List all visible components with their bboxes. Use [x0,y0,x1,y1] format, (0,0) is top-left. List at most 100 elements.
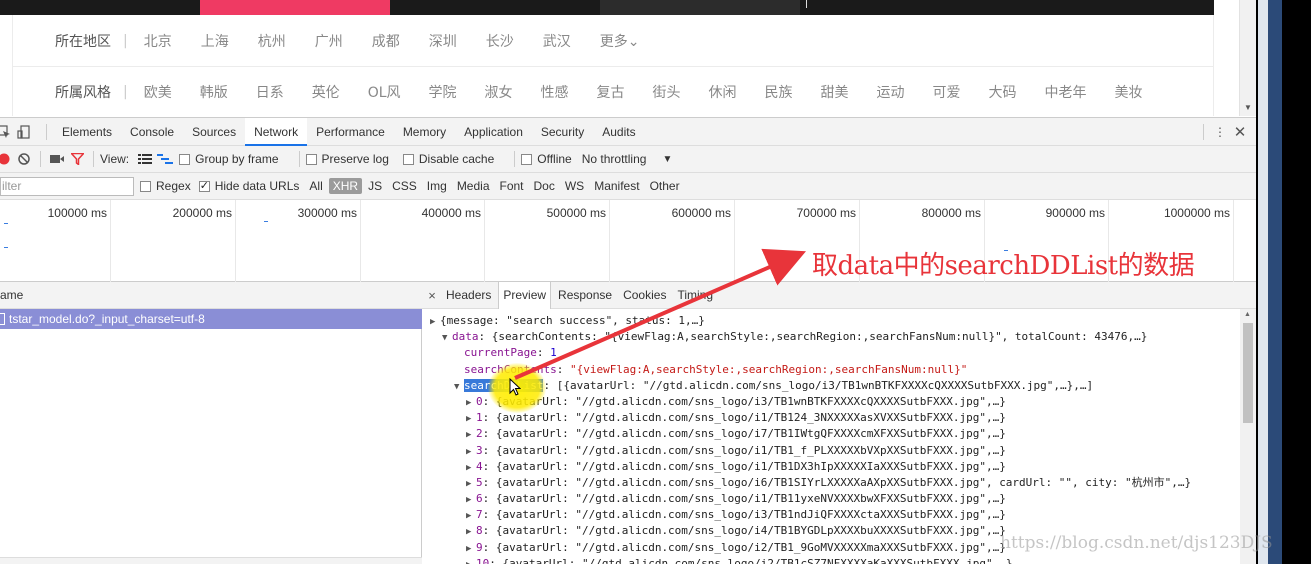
expand-triangle-icon[interactable]: ▶ [466,444,476,460]
device-toolbar-icon[interactable] [14,122,34,142]
tab-headers[interactable]: Headers [442,282,495,309]
style-option-5[interactable]: 学院 [429,85,457,101]
json-tree-line[interactable]: ▶ 6: {avatarUrl: "//gtd.alicdn.com/sns_lo… [422,491,1240,507]
style-option-3[interactable]: 英伦 [312,85,340,101]
type-filter-ws[interactable]: WS [561,178,588,194]
region-option-4[interactable]: 成都 [372,34,400,50]
json-tree-line[interactable]: ▶ 4: {avatarUrl: "//gtd.alicdn.com/sns_lo… [422,459,1240,475]
region-option-1[interactable]: 上海 [201,34,229,50]
style-option-6[interactable]: 淑女 [485,85,513,101]
region-option-5[interactable]: 深圳 [429,34,457,50]
expand-triangle-icon[interactable]: ▶ [466,557,476,564]
style-option-10[interactable]: 休闲 [709,85,737,101]
json-tree-line[interactable]: ▼ data: {searchContents: "{viewFlag:A,sea… [422,329,1240,345]
overview-icon[interactable] [155,149,175,169]
expand-triangle-icon[interactable]: ▶ [466,427,476,443]
style-option-7[interactable]: 性感 [541,85,569,101]
tab-elements[interactable]: Elements [53,118,121,146]
expand-triangle-icon[interactable]: ▶ [466,524,476,540]
expand-triangle-icon[interactable]: ▶ [466,395,476,411]
tab-audits[interactable]: Audits [593,118,644,146]
tab-memory[interactable]: Memory [394,118,455,146]
region-option-7[interactable]: 武汉 [543,34,571,50]
page-scrollbar[interactable]: ▼ [1239,0,1256,116]
style-option-16[interactable]: 中老年 [1045,85,1087,101]
expand-triangle-icon[interactable]: ▶ [466,460,476,476]
record-icon[interactable] [0,149,14,169]
capture-screenshots-icon[interactable] [47,149,67,169]
json-tree-line[interactable]: ▶10: {avatarUrl: "//gtd.alicdn.com/sns_l… [422,556,1240,564]
type-filter-all[interactable]: All [305,178,326,194]
tab-network[interactable]: Network [245,117,308,146]
region-option-3[interactable]: 广州 [315,34,343,50]
style-option-1[interactable]: 韩版 [200,85,228,101]
request-row-selected[interactable]: tstar_model.do?_input_charset=utf-8 [0,309,422,329]
type-filter-xhr[interactable]: XHR [328,178,363,194]
json-tree-line[interactable]: searchContents: "{viewFlag:A,searchStyle… [422,362,1240,378]
expand-triangle-icon[interactable]: ▶ [466,411,476,427]
disable-cache-checkbox[interactable]: Disable cache [402,152,494,166]
site-search-bar[interactable] [600,0,800,15]
hide-data-urls-checkbox[interactable]: Hide data URLs [198,179,299,193]
expand-triangle-icon[interactable]: ▶ [466,476,476,492]
more-options-icon[interactable]: ⋮ [1210,122,1230,142]
style-option-17[interactable]: 美妆 [1115,85,1143,101]
clear-icon[interactable] [14,149,34,169]
json-tree-line[interactable]: ▶ 7: {avatarUrl: "//gtd.alicdn.com/sns_lo… [422,507,1240,523]
style-option-0[interactable]: 欧美 [144,85,172,101]
collapse-triangle-icon[interactable]: ▼ [454,379,464,395]
expand-triangle-icon[interactable]: ▶ [430,314,440,330]
style-option-15[interactable]: 大码 [989,85,1017,101]
style-option-4[interactable]: OL风 [368,85,401,101]
tab-preview[interactable]: Preview [498,282,552,309]
style-option-13[interactable]: 运动 [877,85,905,101]
name-column-header[interactable]: ame [0,282,422,309]
tab-response[interactable]: Response [554,282,616,309]
region-option-8[interactable]: 更多⌄ [600,34,640,50]
tab-cookies[interactable]: Cookies [619,282,670,309]
region-option-0[interactable]: 北京 [144,34,172,50]
filter-icon[interactable] [67,149,87,169]
style-option-14[interactable]: 可爱 [933,85,961,101]
json-tree-line[interactable]: ▶ 0: {avatarUrl: "//gtd.alicdn.com/sns_lo… [422,394,1240,410]
tab-timing[interactable]: Timing [673,282,717,309]
expand-triangle-icon[interactable]: ▶ [466,492,476,508]
preserve-log-checkbox[interactable]: Preserve log [305,152,389,166]
type-filter-font[interactable]: Font [496,178,528,194]
region-option-2[interactable]: 杭州 [258,34,286,50]
scroll-down-icon[interactable]: ▼ [1244,103,1252,112]
json-tree-line[interactable]: ▶ 1: {avatarUrl: "//gtd.alicdn.com/sns_lo… [422,410,1240,426]
close-detail-icon[interactable]: × [422,288,442,303]
expand-triangle-icon[interactable]: ▶ [466,541,476,557]
type-filter-img[interactable]: Img [423,178,451,194]
type-filter-other[interactable]: Other [646,178,684,194]
type-filter-manifest[interactable]: Manifest [590,178,643,194]
throttling-select[interactable]: No throttling ▼ [582,152,673,166]
regex-checkbox[interactable]: Regex [140,179,191,193]
tab-application[interactable]: Application [455,118,532,146]
scroll-up-icon[interactable]: ▲ [1244,311,1251,318]
tab-sources[interactable]: Sources [183,118,245,146]
json-tree-line[interactable]: ▶ 2: {avatarUrl: "//gtd.alicdn.com/sns_lo… [422,426,1240,442]
region-option-6[interactable]: 长沙 [486,34,514,50]
json-tree-line[interactable]: ▶ 5: {avatarUrl: "//gtd.alicdn.com/sns_lo… [422,475,1240,491]
style-option-9[interactable]: 街头 [653,85,681,101]
tab-performance[interactable]: Performance [307,118,394,146]
style-option-8[interactable]: 复古 [597,85,625,101]
type-filter-js[interactable]: JS [364,178,386,194]
type-filter-doc[interactable]: Doc [530,178,559,194]
type-filter-css[interactable]: CSS [388,178,421,194]
json-tree-line[interactable]: currentPage: 1 [422,345,1240,361]
json-tree-line[interactable]: ▶ 3: {avatarUrl: "//gtd.alicdn.com/sns_lo… [422,443,1240,459]
preview-scrollbar[interactable]: ▲ [1240,309,1256,564]
style-option-12[interactable]: 甜美 [821,85,849,101]
large-rows-icon[interactable] [135,149,155,169]
close-devtools-icon[interactable]: ✕ [1230,122,1250,142]
expand-triangle-icon[interactable]: ▶ [466,508,476,524]
style-option-2[interactable]: 日系 [256,85,284,101]
collapse-triangle-icon[interactable]: ▼ [442,330,452,346]
offline-checkbox[interactable]: Offline [521,152,572,166]
style-option-11[interactable]: 民族 [765,85,793,101]
scrollbar-thumb[interactable] [1243,323,1253,423]
json-tree-line[interactable]: ▶ {message: "search success", status: 1,…… [422,313,1240,329]
